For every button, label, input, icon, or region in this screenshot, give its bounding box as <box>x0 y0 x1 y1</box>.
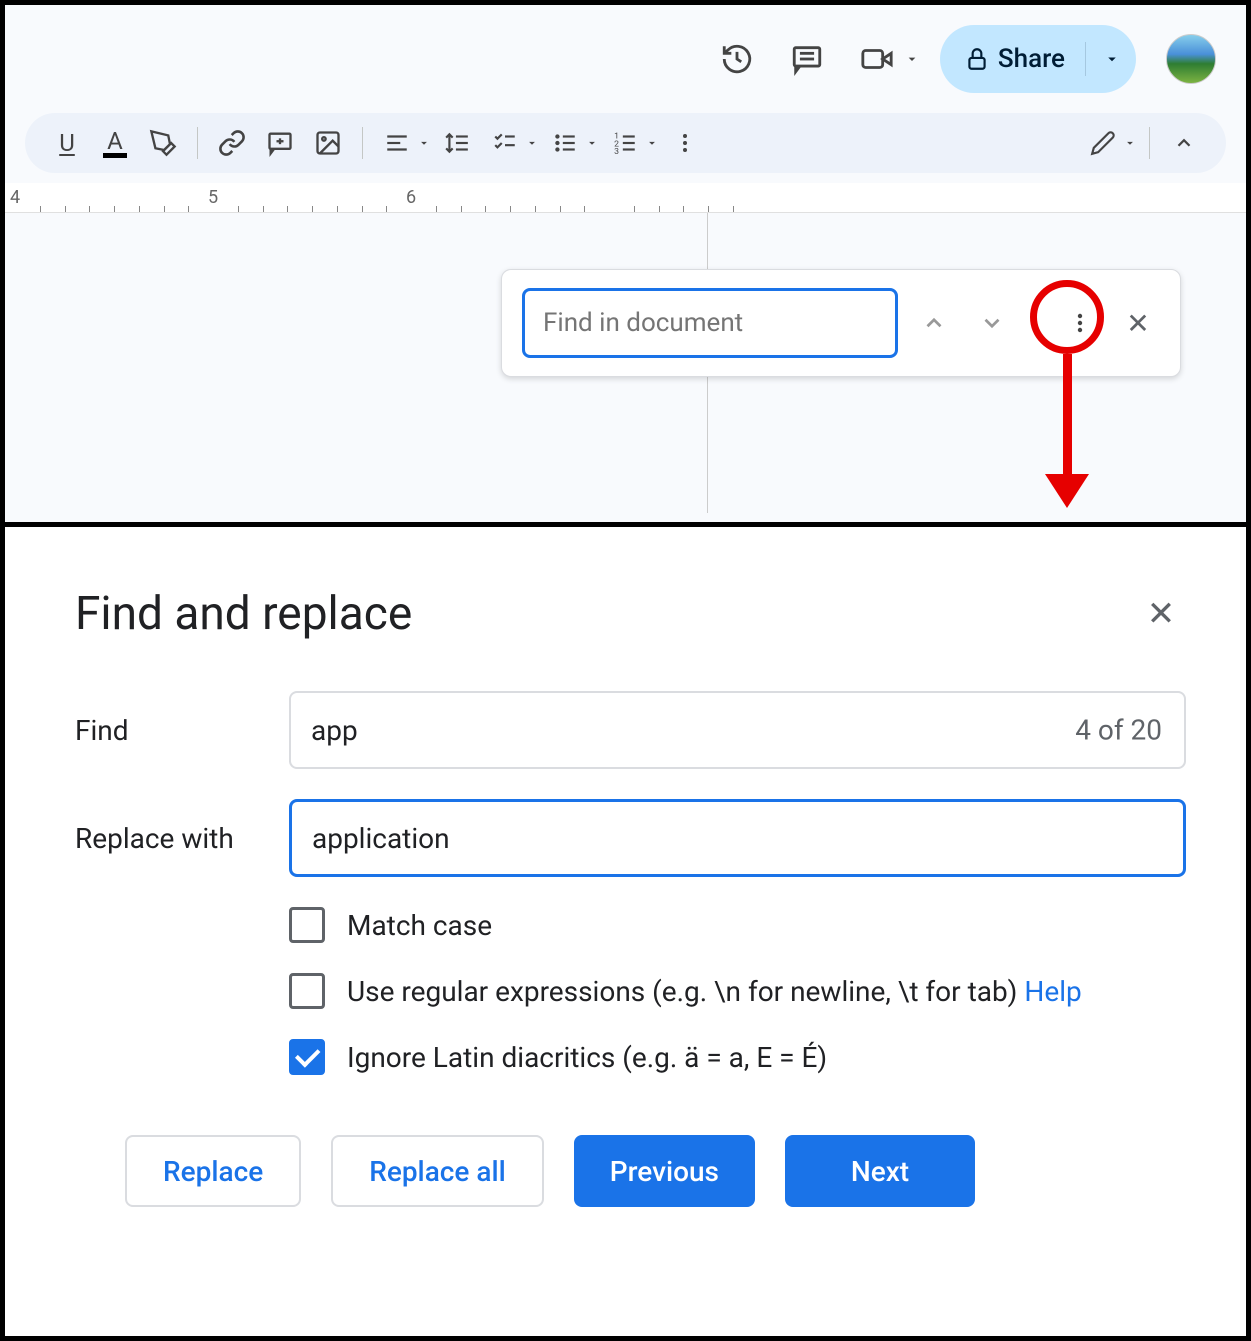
numbered-list-button[interactable]: 123 <box>603 121 659 165</box>
history-icon[interactable] <box>712 34 762 84</box>
collapse-toolbar-icon[interactable] <box>1162 121 1206 165</box>
underline-button[interactable]: U <box>45 121 89 165</box>
ignore-diacritics-checkbox[interactable] <box>289 1039 325 1075</box>
share-dropdown[interactable] <box>1092 39 1132 79</box>
svg-text:3: 3 <box>614 147 619 156</box>
top-section: Share U A <box>5 5 1246 527</box>
find-more-options-icon[interactable] <box>1058 301 1102 345</box>
regex-label: Use regular expressions (e.g. \n for new… <box>347 975 1024 1008</box>
more-tools-icon[interactable] <box>663 121 707 165</box>
replace-button[interactable]: Replace <box>125 1135 301 1207</box>
image-button[interactable] <box>306 121 350 165</box>
previous-button[interactable]: Previous <box>574 1135 755 1207</box>
next-button[interactable]: Next <box>785 1135 975 1207</box>
find-bar: ✕ <box>501 269 1181 377</box>
find-label: Find <box>75 714 289 747</box>
highlight-button[interactable] <box>141 121 185 165</box>
comments-icon[interactable] <box>782 34 832 84</box>
ruler: 4 5 6 <box>5 183 1246 213</box>
avatar[interactable] <box>1166 34 1216 84</box>
find-previous-icon[interactable] <box>912 301 956 345</box>
match-case-label: Match case <box>347 909 492 942</box>
share-label: Share <box>998 44 1065 74</box>
checklist-button[interactable] <box>483 121 539 165</box>
match-case-checkbox[interactable] <box>289 907 325 943</box>
replace-all-button[interactable]: Replace all <box>331 1135 544 1207</box>
find-in-document-input[interactable] <box>522 288 898 358</box>
help-link[interactable]: Help <box>1024 975 1081 1008</box>
regex-checkbox[interactable] <box>289 973 325 1009</box>
dialog-title: Find and replace <box>75 587 412 641</box>
editing-mode-button[interactable] <box>1081 121 1137 165</box>
link-button[interactable] <box>210 121 254 165</box>
find-close-icon[interactable]: ✕ <box>1116 301 1160 345</box>
header-bar: Share <box>5 5 1246 103</box>
find-input[interactable] <box>289 691 1186 769</box>
line-spacing-button[interactable] <box>435 121 479 165</box>
share-button[interactable]: Share <box>940 25 1136 93</box>
lock-icon <box>964 46 990 72</box>
replace-input[interactable] <box>289 799 1186 877</box>
chevron-down-icon <box>417 136 431 150</box>
close-icon[interactable]: ✕ <box>1136 589 1186 639</box>
video-icon <box>852 34 902 84</box>
ignore-diacritics-label: Ignore Latin diacritics (e.g. ä = a, E =… <box>347 1041 827 1074</box>
chevron-down-icon <box>904 51 920 67</box>
text-color-button[interactable]: A <box>93 121 137 165</box>
find-replace-dialog: Find and replace ✕ Find 4 of 20 Replace … <box>5 527 1246 1257</box>
toolbar: U A 123 <box>25 113 1226 173</box>
replace-label: Replace with <box>75 822 289 855</box>
bulleted-list-button[interactable] <box>543 121 599 165</box>
meet-button[interactable] <box>852 34 920 84</box>
result-count: 4 of 20 <box>1075 714 1162 747</box>
find-next-icon[interactable] <box>970 301 1014 345</box>
add-comment-button[interactable] <box>258 121 302 165</box>
align-button[interactable] <box>375 121 431 165</box>
